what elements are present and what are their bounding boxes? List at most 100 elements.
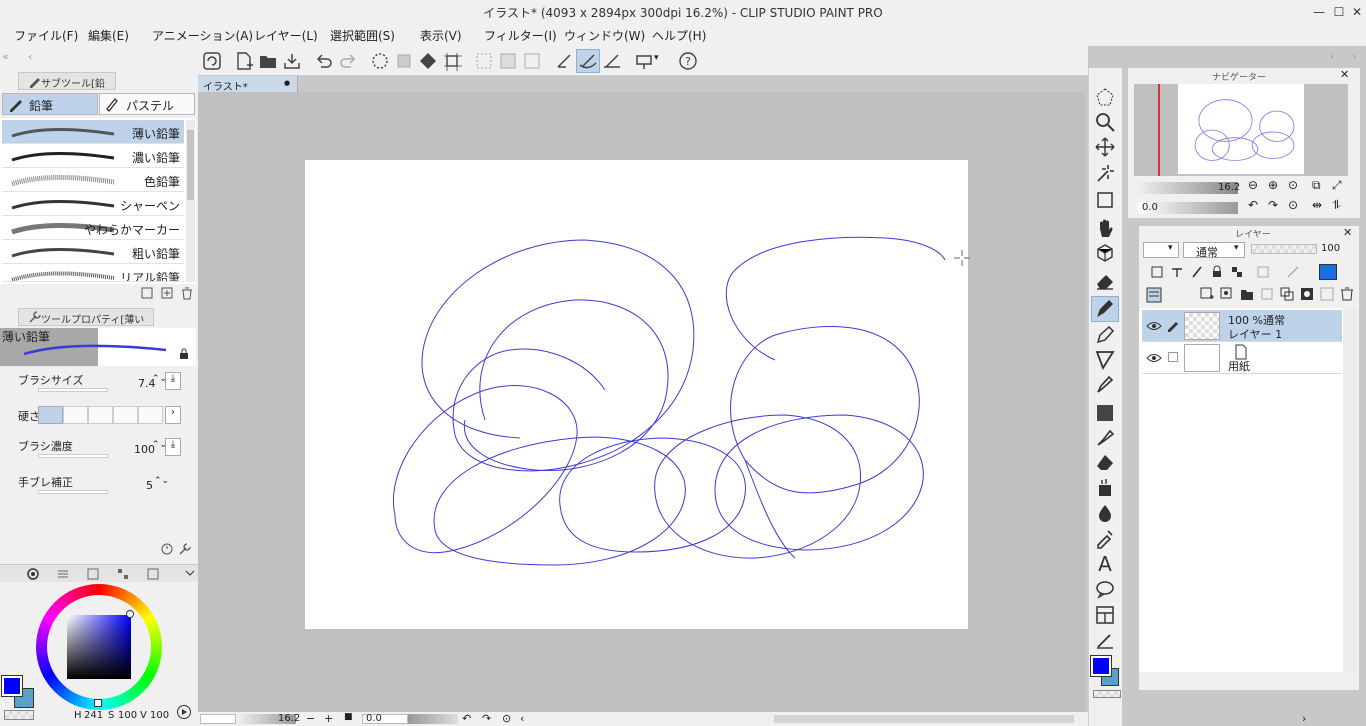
document-tab[interactable]: イラスト* ● — [198, 76, 298, 93]
brush-item[interactable]: シャーペン — [2, 192, 184, 216]
navigator-zoom-value[interactable]: 16.2 — [1218, 182, 1240, 193]
transform-icon[interactable] — [442, 51, 462, 71]
main-color-swatch[interactable] — [1, 675, 23, 697]
hardness-selector[interactable] — [38, 406, 164, 424]
color-slider-tab-icon[interactable] — [56, 567, 70, 581]
transfer-down-icon[interactable] — [1259, 286, 1275, 302]
apply-mask-icon[interactable] — [1319, 286, 1335, 302]
new-file-icon[interactable] — [234, 51, 254, 71]
rotation-value[interactable]: 0.0 — [366, 713, 382, 724]
fit-window-icon[interactable]: ■ — [344, 712, 353, 722]
settings-wrench-icon[interactable] — [178, 542, 192, 556]
chevron-left-icon[interactable]: ‹ — [28, 50, 32, 63]
zoom-out-icon[interactable]: ⊖ — [1248, 178, 1258, 192]
eye-icon[interactable] — [1146, 350, 1162, 366]
brush-item[interactable]: 薄い鉛筆 — [2, 120, 184, 144]
flip-vertical-icon[interactable]: ⥮ — [1332, 198, 1341, 213]
navigator-rotation-value[interactable]: 0.0 — [1142, 202, 1158, 213]
layer-color-swatch[interactable] — [1319, 264, 1337, 280]
menu-animation[interactable]: アニメーション(A) — [152, 27, 253, 44]
actual-size-icon[interactable]: ⊙ — [1288, 178, 1298, 192]
hardness-step[interactable] — [113, 406, 138, 424]
mask-icon[interactable] — [1255, 264, 1271, 280]
save-icon[interactable] — [282, 51, 302, 71]
fit-window-icon[interactable]: ⤢ — [1332, 178, 1342, 193]
brush-tool-icon[interactable] — [1094, 374, 1116, 396]
spin-arrows-icon[interactable]: ⌃⌄ — [154, 476, 169, 486]
layer-color-dropdown[interactable]: ▾ — [1143, 242, 1179, 258]
transparent-color-swatch[interactable] — [1093, 690, 1121, 698]
zoom-slider-track[interactable] — [200, 714, 236, 724]
brush-size-menu-button[interactable]: ⤓ — [165, 372, 181, 390]
lock-icon[interactable] — [178, 348, 190, 360]
menu-help[interactable]: ヘルプ(H) — [652, 27, 706, 44]
navigator-preview[interactable] — [1134, 84, 1348, 176]
ruler-tool-icon[interactable] — [1094, 629, 1116, 651]
main-color-swatch[interactable] — [1090, 655, 1112, 677]
fill-tool-icon[interactable] — [1094, 452, 1116, 474]
menu-edit[interactable]: 編集(E) — [88, 27, 129, 44]
rotate-right-icon[interactable]: ↷ — [482, 712, 491, 725]
play-icon[interactable] — [176, 704, 192, 720]
brush-item[interactable]: リアル鉛筆 — [2, 264, 184, 282]
density-slider[interactable] — [38, 454, 108, 458]
open-file-icon[interactable] — [258, 51, 278, 71]
loading-icon[interactable] — [370, 51, 390, 71]
approximate-color-tab-icon[interactable] — [146, 567, 160, 581]
clip-studio-icon[interactable] — [202, 51, 222, 71]
unsaved-dot-icon[interactable]: ● — [284, 79, 290, 87]
collapse-left-icon[interactable]: « — [2, 50, 9, 63]
menu-filter[interactable]: フィルター(I) — [484, 27, 557, 44]
zoom-tool-icon[interactable] — [1094, 111, 1116, 133]
canvas-paper[interactable] — [305, 160, 968, 629]
fit-navigator-icon[interactable]: ⧉ — [1312, 178, 1321, 193]
layer-list-icon[interactable] — [1145, 286, 1163, 304]
clip-layer-icon[interactable] — [1149, 264, 1165, 280]
dropdown-chevron-icon[interactable]: ▾ — [654, 53, 659, 63]
snap-grid-icon[interactable] — [602, 51, 622, 71]
gradient-tool-icon[interactable] — [1094, 402, 1116, 424]
scroll-left-icon[interactable]: ‹ — [520, 712, 524, 725]
chevron-left-icon[interactable]: ‹ — [1330, 50, 1334, 63]
hardness-next-button[interactable]: › — [165, 406, 181, 424]
menu-layer[interactable]: レイヤー(L) — [254, 27, 318, 44]
selection-tool-icon[interactable] — [1094, 189, 1116, 211]
blend-tool-icon[interactable] — [1094, 502, 1116, 524]
pen-edit-icon[interactable] — [1166, 318, 1180, 332]
layer-row[interactable]: 100 %通常 レイヤー 1 — [1142, 310, 1342, 342]
new-raster-layer-icon[interactable] — [1199, 286, 1215, 302]
color-set-tab-icon[interactable] — [86, 567, 100, 581]
trash-icon[interactable] — [180, 286, 194, 300]
3d-object-tool-icon[interactable] — [1094, 242, 1116, 264]
layer-list-scrollbar[interactable] — [1345, 308, 1357, 672]
zoom-value[interactable]: 16.2 — [278, 713, 300, 724]
operation-tool-icon[interactable] — [1094, 86, 1116, 108]
layer-mask-icon[interactable] — [1299, 286, 1315, 302]
auto-select-tool-icon[interactable] — [1094, 161, 1116, 183]
stabilization-value[interactable]: 5 — [146, 479, 153, 492]
brush-item[interactable]: 色鉛筆 — [2, 168, 184, 192]
rotate-right-icon[interactable]: ↷ — [1268, 198, 1278, 212]
pencil-tool-icon[interactable] — [1094, 298, 1116, 320]
rotate-left-icon[interactable]: ↶ — [1248, 198, 1258, 212]
opacity-slider[interactable] — [1251, 244, 1317, 254]
menu-view[interactable]: 表示(V) — [420, 27, 462, 44]
ruler-range-icon[interactable] — [1285, 264, 1301, 280]
text-tool-icon[interactable]: A — [1094, 552, 1116, 574]
brush-item[interactable]: 粗い鉛筆 — [2, 240, 184, 264]
rotation-slider[interactable] — [408, 714, 458, 724]
draft-layer-icon[interactable] — [1189, 264, 1205, 280]
saturation-value-square[interactable] — [67, 615, 131, 679]
transparent-color-swatch[interactable] — [4, 710, 34, 720]
opacity-value[interactable]: 100 — [1321, 243, 1340, 254]
hardness-step[interactable] — [138, 406, 163, 424]
reset-icon[interactable] — [160, 542, 174, 556]
rotate-left-icon[interactable]: ↶ — [462, 712, 471, 725]
redo-icon[interactable] — [338, 51, 358, 71]
brush-size-slider[interactable] — [38, 388, 108, 392]
brush-list-scrollbar[interactable] — [186, 120, 195, 282]
menu-selection[interactable]: 選択範囲(S) — [330, 27, 395, 44]
menu-window[interactable]: ウィンドウ(W) — [564, 27, 645, 44]
help-icon[interactable]: ? — [678, 51, 698, 71]
reference-layer-icon[interactable] — [634, 51, 654, 71]
